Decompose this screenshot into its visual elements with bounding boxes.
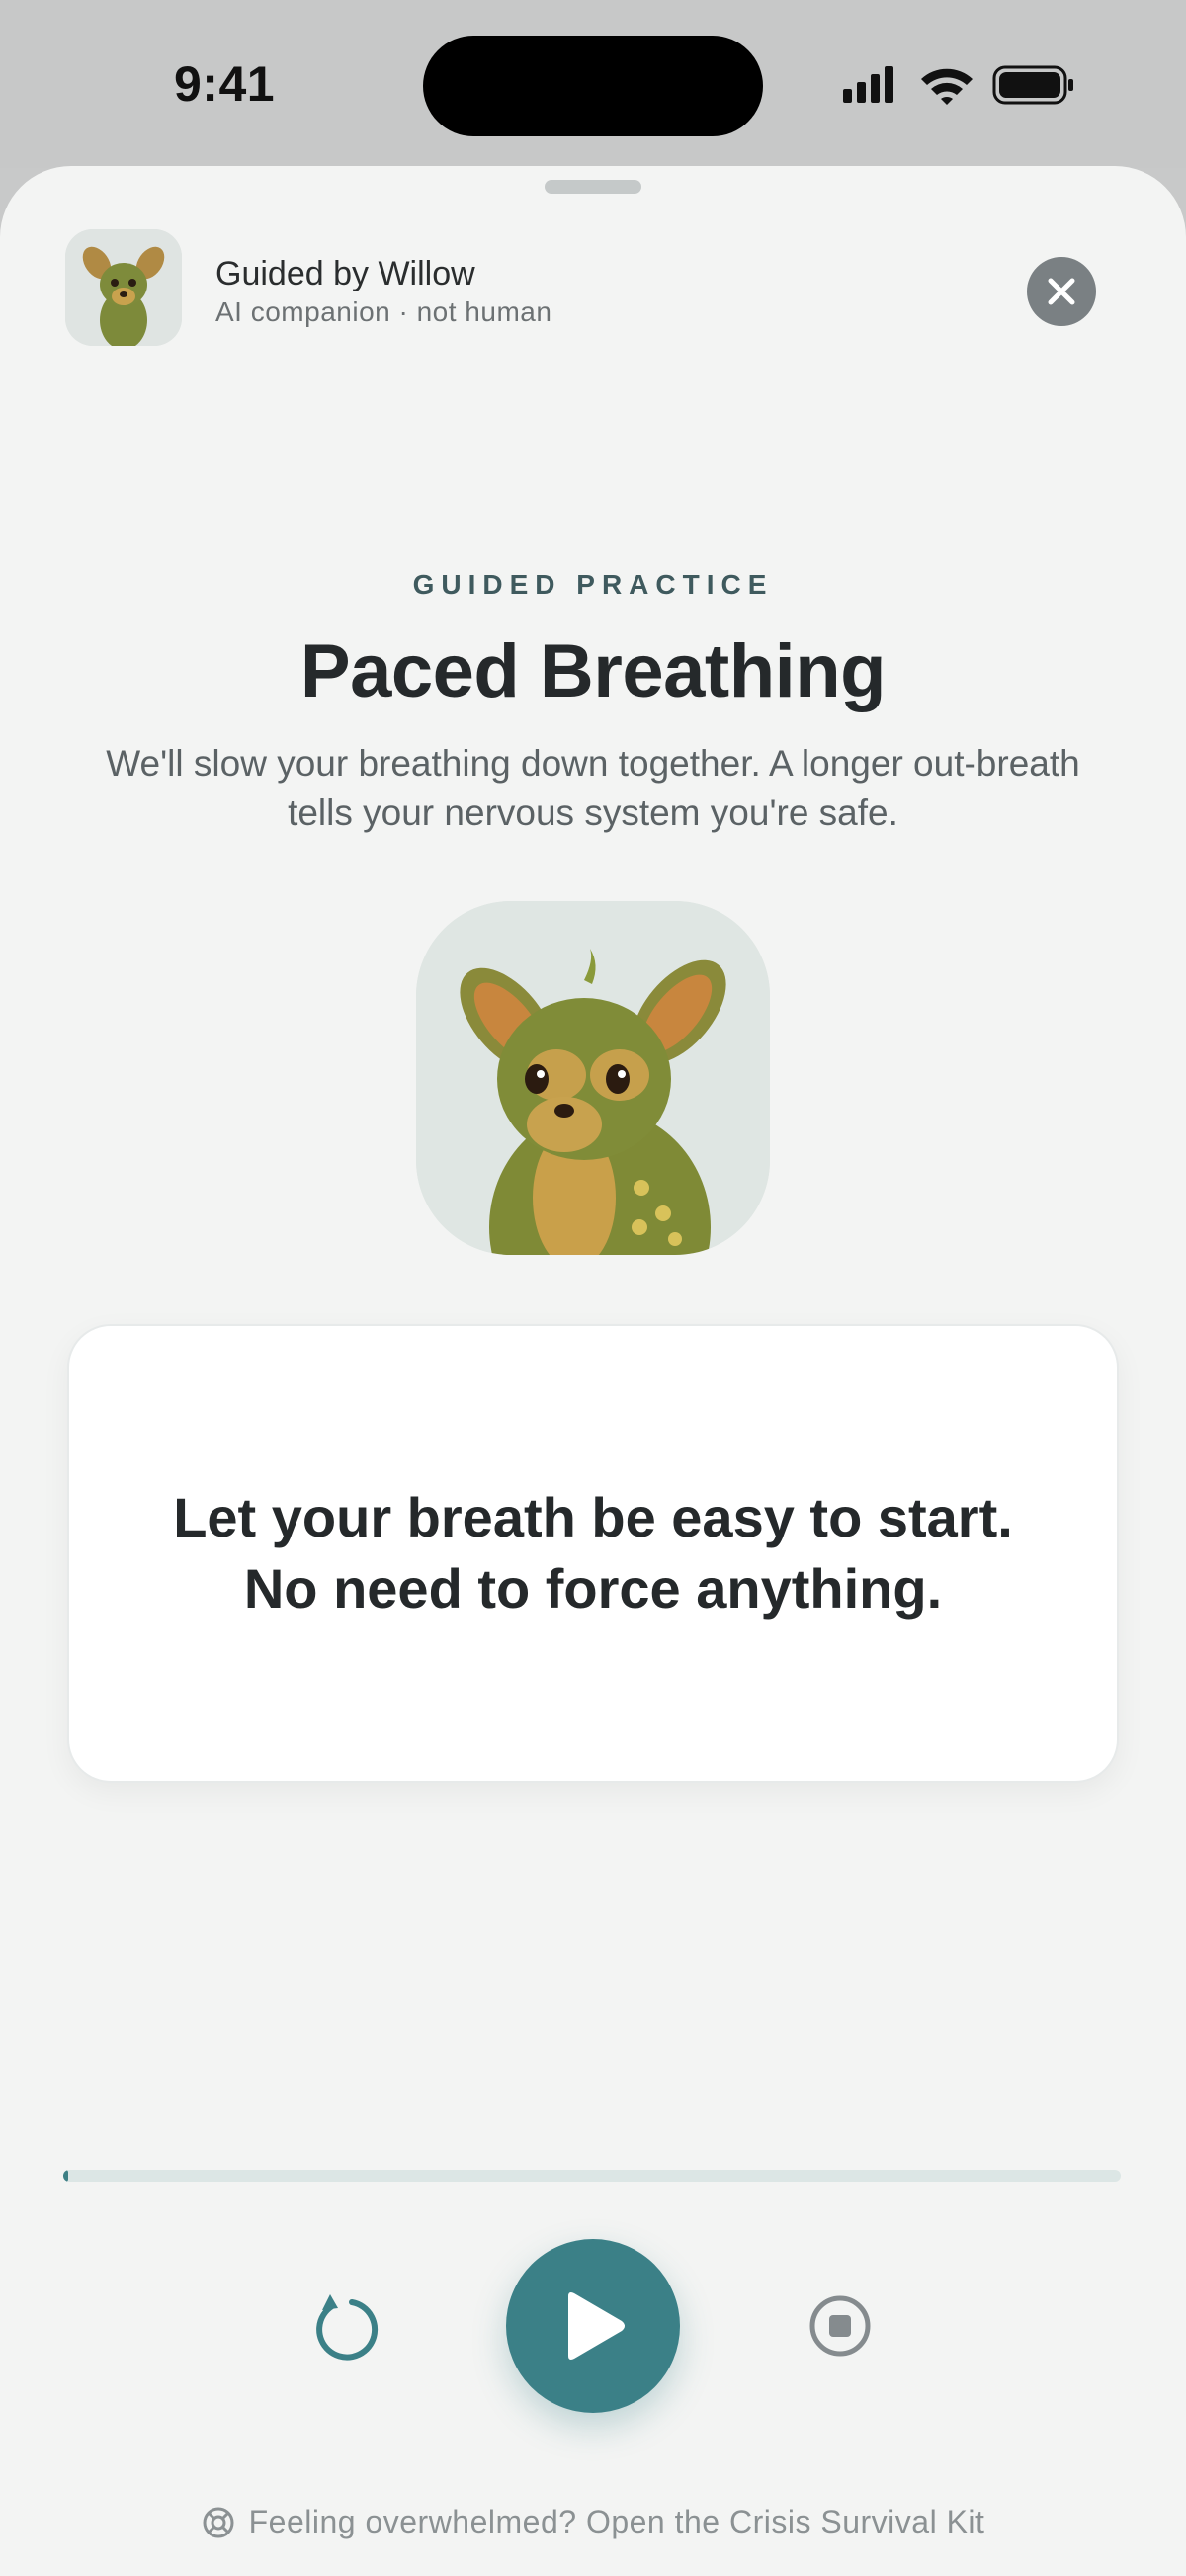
- section-eyebrow: GUIDED PRACTICE: [412, 569, 774, 600]
- prompt-line-1: Let your breath be easy to start.: [173, 1486, 1013, 1548]
- status-bar: 9:41: [0, 0, 1186, 168]
- session-progress-fill: [63, 2170, 69, 2182]
- companion-disclaimer: AI companion · not human: [215, 296, 552, 327]
- stop-button[interactable]: [806, 2292, 874, 2360]
- cellular-signal-icon: [843, 66, 893, 103]
- prompt-line-2: No need to force anything.: [243, 1557, 943, 1620]
- stop-icon: [809, 2295, 871, 2357]
- crisis-kit-link[interactable]: Feeling overwhelmed? Open the Crisis Sur…: [0, 2504, 1186, 2540]
- play-icon: [568, 2292, 625, 2360]
- breathing-prompt: Let your breath be easy to start. No nee…: [173, 1482, 1013, 1624]
- dynamic-island: [423, 36, 763, 136]
- restart-icon: [316, 2294, 379, 2361]
- fawn-icon: [65, 229, 182, 346]
- companion-avatar: [65, 229, 182, 346]
- practice-sheet: Guided by Willow AI companion · not huma…: [0, 166, 1186, 2576]
- close-icon: [1048, 278, 1075, 305]
- status-time: 9:41: [174, 56, 276, 112]
- page-title: Paced Breathing: [299, 629, 887, 713]
- wifi-icon: [921, 68, 973, 105]
- mascot-illustration: [416, 901, 770, 1255]
- sheet-grabber[interactable]: [545, 180, 641, 194]
- restart-button[interactable]: [308, 2292, 383, 2368]
- battery-icon: [992, 65, 1073, 105]
- companion-name: Guided by Willow: [215, 255, 475, 292]
- lifebuoy-icon: [203, 2507, 234, 2537]
- breathing-prompt-card: Let your breath be easy to start. No nee…: [67, 1324, 1119, 1783]
- fawn-mascot-icon: [416, 901, 770, 1255]
- play-button[interactable]: [506, 2239, 680, 2413]
- session-progress-bar[interactable]: [63, 2170, 1121, 2182]
- status-icons: [840, 63, 1077, 107]
- close-button[interactable]: [1027, 257, 1096, 326]
- crisis-kit-link-label: Feeling overwhelmed? Open the Crisis Sur…: [248, 2504, 985, 2539]
- practice-description: We'll slow your breathing down together.…: [106, 743, 1080, 833]
